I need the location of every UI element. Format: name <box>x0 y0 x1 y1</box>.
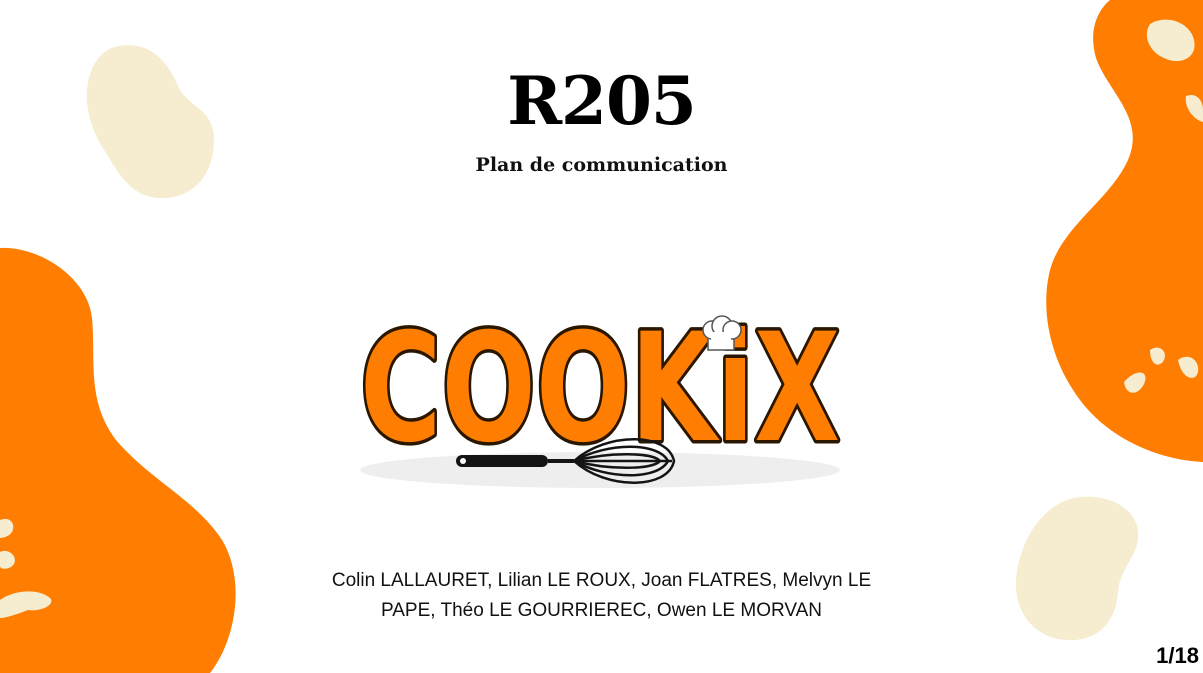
slide-subtitle: Plan de communication <box>475 154 728 176</box>
page-number: 1/18 <box>1156 643 1199 668</box>
authors-list: Colin LALLAURET, Lilian LE ROUX, Joan FL… <box>331 570 872 621</box>
slide-title: R205 <box>507 62 697 140</box>
cream-blob-bottom-right <box>1015 496 1139 641</box>
slide: R205 Plan de communication COOKiX Colin … <box>0 0 1203 673</box>
cookix-logo: COOKiX <box>357 299 844 488</box>
